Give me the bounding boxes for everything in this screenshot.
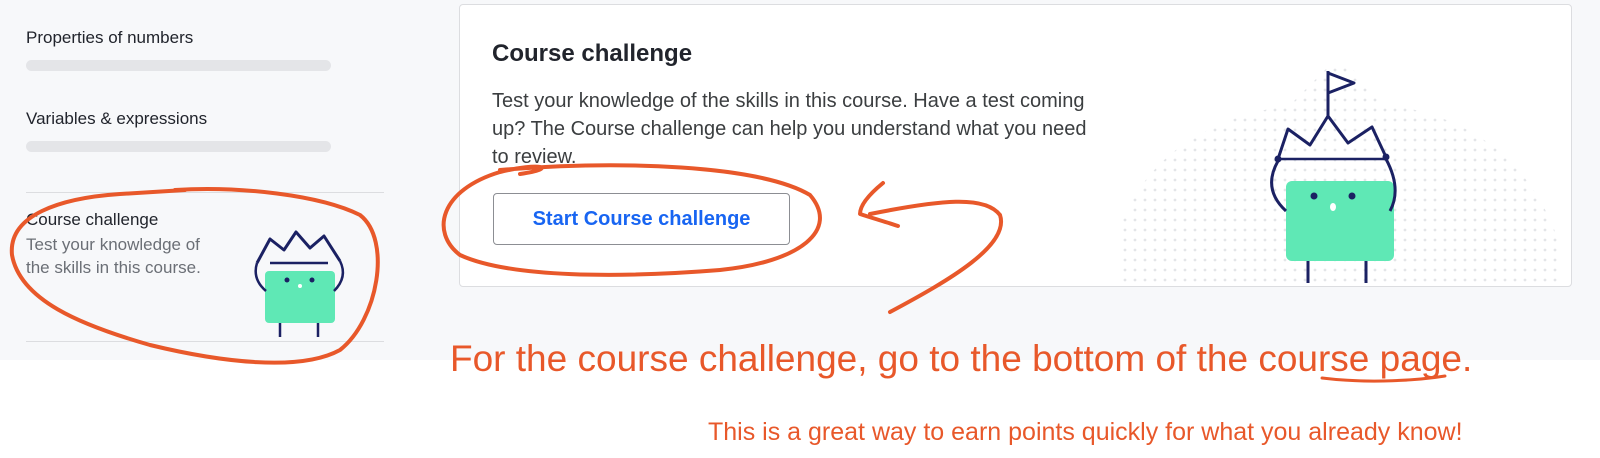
card-description: Test your knowledge of the skills in thi… [492, 90, 1087, 168]
crowned-mascot-icon [254, 230, 345, 337]
unit-progress-bar [26, 141, 331, 152]
sidebar-course-challenge[interactable]: Course challenge Test your knowledge of … [26, 192, 384, 342]
unit-progress-bar [26, 60, 331, 71]
unit-title[interactable]: Variables & expressions [26, 109, 331, 129]
course-sidebar: Properties of numbers Variables & expres… [0, 0, 384, 345]
flag-icon [1326, 71, 1356, 95]
sidebar-unit-variables-expressions[interactable]: Variables & expressions [26, 109, 331, 152]
card-title: Course challenge [492, 40, 693, 67]
crowned-mascot-icon [1270, 71, 1397, 283]
unit-title[interactable]: Properties of numbers [26, 28, 331, 48]
annotation-main-note: For the course challenge, go to the bott… [450, 338, 1473, 379]
start-course-challenge-button[interactable]: Start Course challenge [493, 193, 790, 245]
sidebar-challenge-title: Course challenge [26, 210, 159, 229]
sidebar-challenge-description: Test your knowledge of the skills in thi… [26, 235, 201, 277]
annotation-sub-note: This is a great way to earn points quick… [708, 418, 1463, 446]
sidebar-unit-properties-of-numbers[interactable]: Properties of numbers [26, 28, 331, 71]
course-challenge-card: Course challenge Test your knowledge of … [459, 4, 1572, 287]
